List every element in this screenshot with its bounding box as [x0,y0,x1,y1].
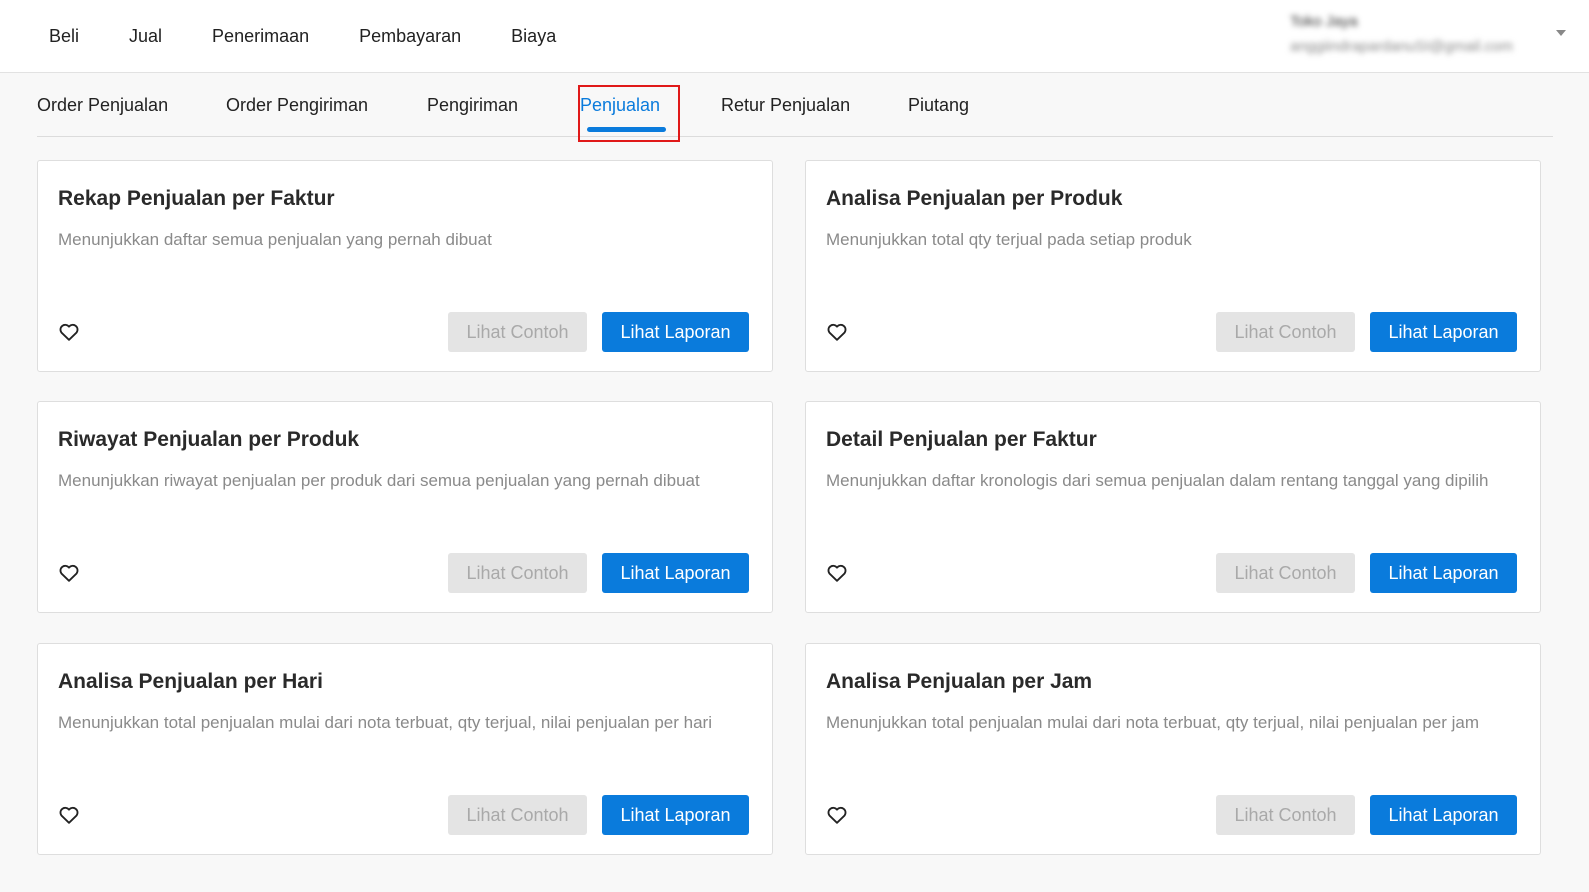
card-description: Menunjukkan total qty terjual pada setia… [826,230,1192,249]
card-description: Menunjukkan daftar semua penjualan yang … [58,230,492,249]
card-description: Menunjukkan total penjualan mulai dari n… [826,713,1480,732]
user-menu[interactable]: Toko Jaya anggiindrapardanuSI@gmail.com [1290,12,1560,58]
example-button[interactable]: Lihat Contoh [448,553,587,593]
report-tabs: Order Penjualan Order Pengiriman Pengiri… [37,73,1553,137]
card-title: Detail Penjualan per Faktur [826,428,1097,451]
tab-order-penjualan[interactable]: Order Penjualan [37,93,168,117]
card-title: Analisa Penjualan per Produk [826,187,1123,210]
tab-pengiriman[interactable]: Pengiriman [427,93,518,117]
top-bar: Beli Jual Penerimaan Pembayaran Biaya To… [0,0,1589,73]
report-card: Rekap Penjualan per Faktur Menunjukkan d… [37,160,773,372]
card-title: Riwayat Penjualan per Produk [58,428,360,451]
example-button[interactable]: Lihat Contoh [448,312,587,352]
heart-icon[interactable] [826,562,848,584]
example-button[interactable]: Lihat Contoh [448,795,587,835]
view-report-button[interactable]: Lihat Laporan [1370,795,1517,835]
view-report-button[interactable]: Lihat Laporan [602,795,749,835]
view-report-button[interactable]: Lihat Laporan [1370,553,1517,593]
user-name: Toko Jaya [1290,13,1358,30]
heart-icon[interactable] [58,804,80,826]
tab-piutang[interactable]: Piutang [908,93,969,117]
card-title: Rekap Penjualan per Faktur [58,187,335,210]
view-report-button[interactable]: Lihat Laporan [1370,312,1517,352]
view-report-button[interactable]: Lihat Laporan [602,553,749,593]
heart-icon[interactable] [58,562,80,584]
caret-down-icon[interactable] [1556,30,1566,36]
highlight-box [578,85,680,142]
tab-retur-penjualan[interactable]: Retur Penjualan [721,93,850,117]
example-button[interactable]: Lihat Contoh [1216,553,1355,593]
heart-icon[interactable] [58,321,80,343]
view-report-button[interactable]: Lihat Laporan [602,312,749,352]
topnav-item-jual[interactable]: Jual [129,24,162,48]
card-description: Menunjukkan riwayat penjualan per produk… [58,471,700,490]
topnav-item-pembayaran[interactable]: Pembayaran [359,24,461,48]
card-description: Menunjukkan total penjualan mulai dari n… [58,713,712,732]
topnav-item-penerimaan[interactable]: Penerimaan [212,24,309,48]
card-description: Menunjukkan daftar kronologis dari semua… [826,471,1489,490]
example-button[interactable]: Lihat Contoh [1216,312,1355,352]
card-title: Analisa Penjualan per Jam [826,670,1093,693]
tab-order-pengiriman[interactable]: Order Pengiriman [226,93,368,117]
card-title: Analisa Penjualan per Hari [58,670,323,693]
report-card: Analisa Penjualan per Jam Menunjukkan to… [805,643,1541,855]
topnav-item-beli[interactable]: Beli [49,24,79,48]
heart-icon[interactable] [826,321,848,343]
report-card: Detail Penjualan per Faktur Menunjukkan … [805,401,1541,613]
example-button[interactable]: Lihat Contoh [1216,795,1355,835]
report-card: Riwayat Penjualan per Produk Menunjukkan… [37,401,773,613]
heart-icon[interactable] [826,804,848,826]
topnav-item-biaya[interactable]: Biaya [511,24,556,48]
report-card: Analisa Penjualan per Produk Menunjukkan… [805,160,1541,372]
report-card: Analisa Penjualan per Hari Menunjukkan t… [37,643,773,855]
top-nav: Beli Jual Penerimaan Pembayaran Biaya [49,24,606,48]
user-email: anggiindrapardanuSI@gmail.com [1290,38,1513,55]
